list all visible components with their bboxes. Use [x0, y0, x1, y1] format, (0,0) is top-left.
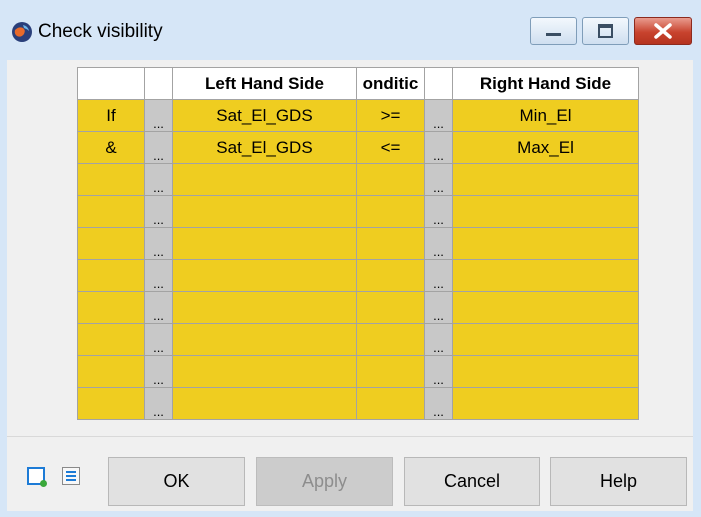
close-button[interactable]	[634, 17, 692, 45]
maximize-icon	[598, 24, 613, 38]
rhs-cell[interactable]: Max_El	[452, 131, 639, 164]
condition-cell[interactable]	[356, 259, 425, 292]
rhs-cell[interactable]	[452, 195, 639, 228]
rhs-browse-button[interactable]: ...	[424, 99, 453, 132]
minimize-icon	[546, 33, 561, 36]
rhs-browse-button[interactable]: ...	[424, 131, 453, 164]
rhs-cell[interactable]: Min_El	[452, 99, 639, 132]
table-row[interactable]: ......	[77, 195, 639, 228]
operator-cell[interactable]	[77, 291, 145, 324]
lhs-cell[interactable]	[172, 323, 357, 356]
lhs-cell[interactable]	[172, 195, 357, 228]
rhs-browse-button[interactable]: ...	[424, 291, 453, 324]
header-left-hand-side[interactable]: Left Hand Side	[172, 67, 357, 100]
lhs-cell[interactable]: Sat_El_GDS	[172, 131, 357, 164]
new-row-icon[interactable]	[27, 467, 47, 487]
table-row[interactable]: ......	[77, 227, 639, 260]
operator-cell[interactable]	[77, 355, 145, 388]
table-row[interactable]: ......	[77, 323, 639, 356]
rhs-browse-button[interactable]: ...	[424, 259, 453, 292]
table-row[interactable]: If... Sat_El_GDS >=... Min_El	[77, 99, 639, 132]
condition-cell[interactable]: >=	[356, 99, 425, 132]
maximize-button[interactable]	[582, 17, 629, 45]
lhs-browse-button[interactable]: ...	[144, 195, 173, 228]
lhs-browse-button[interactable]: ...	[144, 355, 173, 388]
condition-cell[interactable]	[356, 163, 425, 196]
table-row[interactable]: &... Sat_El_GDS <=... Max_El	[77, 131, 639, 164]
rhs-cell[interactable]	[452, 387, 639, 420]
condition-cell[interactable]	[356, 323, 425, 356]
operator-cell[interactable]	[77, 163, 145, 196]
rhs-cell[interactable]	[452, 227, 639, 260]
lhs-browse-button[interactable]: ...	[144, 131, 173, 164]
condition-cell[interactable]	[356, 387, 425, 420]
list-icon[interactable]	[62, 467, 80, 485]
title-bar[interactable]: Check visibility	[0, 0, 701, 60]
rhs-cell[interactable]	[452, 291, 639, 324]
lhs-cell[interactable]	[172, 387, 357, 420]
condition-cell[interactable]	[356, 355, 425, 388]
operator-cell[interactable]: &	[77, 131, 145, 164]
lhs-browse-button[interactable]: ...	[144, 227, 173, 260]
globe-icon	[12, 22, 32, 42]
condition-cell[interactable]	[356, 291, 425, 324]
grid-header-row: Left Hand Side onditic Right Hand Side	[77, 67, 639, 100]
ok-button[interactable]: OK	[108, 457, 245, 506]
lhs-cell[interactable]	[172, 163, 357, 196]
rhs-browse-button[interactable]: ...	[424, 387, 453, 420]
rhs-cell[interactable]	[452, 323, 639, 356]
table-row[interactable]: ......	[77, 355, 639, 388]
lhs-browse-button[interactable]: ...	[144, 163, 173, 196]
rhs-browse-button[interactable]: ...	[424, 163, 453, 196]
header-lhs-dots[interactable]	[144, 67, 173, 100]
header-rhs-dots[interactable]	[424, 67, 453, 100]
operator-cell[interactable]: If	[77, 99, 145, 132]
header-right-hand-side[interactable]: Right Hand Side	[452, 67, 639, 100]
lhs-cell[interactable]	[172, 259, 357, 292]
operator-cell[interactable]	[77, 227, 145, 260]
dialog-client-area: Left Hand Side onditic Right Hand Side I…	[7, 60, 693, 511]
lhs-cell[interactable]	[172, 227, 357, 260]
header-operator[interactable]	[77, 67, 145, 100]
table-row[interactable]: ......	[77, 163, 639, 196]
operator-cell[interactable]	[77, 387, 145, 420]
lhs-browse-button[interactable]: ...	[144, 387, 173, 420]
lhs-browse-button[interactable]: ...	[144, 291, 173, 324]
operator-cell[interactable]	[77, 195, 145, 228]
condition-cell[interactable]: <=	[356, 131, 425, 164]
apply-button[interactable]: Apply	[256, 457, 393, 506]
header-condition[interactable]: onditic	[356, 67, 425, 100]
window-title: Check visibility	[38, 21, 163, 42]
lhs-cell[interactable]: Sat_El_GDS	[172, 99, 357, 132]
rhs-browse-button[interactable]: ...	[424, 323, 453, 356]
lhs-cell[interactable]	[172, 291, 357, 324]
rhs-cell[interactable]	[452, 259, 639, 292]
footer-divider	[7, 436, 693, 437]
minimize-button[interactable]	[530, 17, 577, 45]
lhs-cell[interactable]	[172, 355, 357, 388]
close-icon	[654, 23, 672, 39]
rhs-browse-button[interactable]: ...	[424, 355, 453, 388]
rhs-browse-button[interactable]: ...	[424, 227, 453, 260]
condition-cell[interactable]	[356, 195, 425, 228]
table-row[interactable]: ......	[77, 387, 639, 420]
rhs-cell[interactable]	[452, 355, 639, 388]
rhs-browse-button[interactable]: ...	[424, 195, 453, 228]
cancel-button[interactable]: Cancel	[404, 457, 540, 506]
operator-cell[interactable]	[77, 259, 145, 292]
help-button[interactable]: Help	[550, 457, 687, 506]
table-row[interactable]: ......	[77, 291, 639, 324]
condition-cell[interactable]	[356, 227, 425, 260]
rhs-cell[interactable]	[452, 163, 639, 196]
table-row[interactable]: ......	[77, 259, 639, 292]
operator-cell[interactable]	[77, 323, 145, 356]
lhs-browse-button[interactable]: ...	[144, 259, 173, 292]
lhs-browse-button[interactable]: ...	[144, 323, 173, 356]
check-visibility-window: Check visibility Left Hand Side onditic …	[0, 0, 701, 517]
lhs-browse-button[interactable]: ...	[144, 99, 173, 132]
condition-grid: Left Hand Side onditic Right Hand Side I…	[77, 67, 639, 420]
